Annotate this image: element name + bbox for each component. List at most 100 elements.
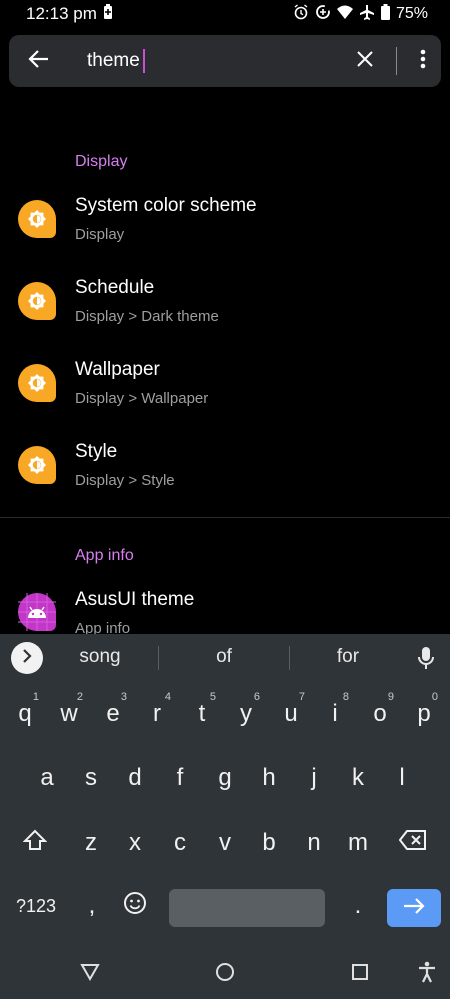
nav-recents-button[interactable] bbox=[346, 960, 374, 988]
key-a[interactable]: a bbox=[27, 752, 67, 804]
result-subtitle: App info bbox=[75, 620, 131, 634]
key-l[interactable]: l bbox=[382, 752, 422, 804]
brightness-icon bbox=[18, 364, 56, 402]
navigation-bar bbox=[0, 946, 450, 999]
suggestion-strip: song of for bbox=[0, 634, 450, 682]
search-divider bbox=[396, 47, 397, 75]
emoji-icon bbox=[123, 891, 147, 922]
key-b[interactable]: b bbox=[249, 817, 289, 869]
back-button[interactable] bbox=[9, 35, 69, 87]
key-f[interactable]: f bbox=[160, 752, 200, 804]
wifi-icon bbox=[336, 5, 353, 24]
period-key[interactable]: . bbox=[338, 880, 378, 932]
space-bar[interactable] bbox=[169, 889, 325, 927]
result-title: System color scheme bbox=[75, 195, 257, 216]
search-query: theme bbox=[87, 50, 140, 72]
key-j[interactable]: j bbox=[294, 752, 334, 804]
key-z[interactable]: z bbox=[71, 817, 111, 869]
brightness-icon bbox=[18, 200, 56, 238]
key-u[interactable]: u7 bbox=[271, 688, 311, 740]
search-input[interactable]: theme bbox=[87, 49, 145, 73]
result-subtitle: Display bbox=[75, 226, 125, 243]
chevron-right-icon bbox=[21, 648, 33, 668]
android-icon bbox=[18, 593, 56, 631]
key-q[interactable]: q1 bbox=[5, 688, 45, 740]
section-divider bbox=[0, 517, 450, 518]
key-c[interactable]: c bbox=[160, 817, 200, 869]
result-title: Wallpaper bbox=[75, 359, 160, 380]
brightness-icon bbox=[18, 446, 56, 484]
key-n[interactable]: n bbox=[294, 817, 334, 869]
shift-key[interactable] bbox=[15, 817, 55, 869]
key-y[interactable]: y6 bbox=[226, 688, 266, 740]
suggestion-divider bbox=[289, 646, 290, 670]
symbols-key[interactable]: ?123 bbox=[8, 880, 64, 932]
home-icon bbox=[215, 962, 235, 987]
key-g[interactable]: g bbox=[205, 752, 245, 804]
nav-home-button[interactable] bbox=[211, 960, 239, 988]
recents-icon bbox=[351, 963, 369, 986]
key-d[interactable]: d bbox=[115, 752, 155, 804]
battery-saver-icon bbox=[103, 3, 113, 25]
shift-icon bbox=[22, 829, 48, 858]
more-options-button[interactable] bbox=[401, 35, 445, 87]
battery-percent: 75% bbox=[395, 5, 428, 22]
key-o[interactable]: o9 bbox=[360, 688, 400, 740]
suggestion-2[interactable]: of bbox=[174, 646, 274, 668]
result-subtitle: Display > Style bbox=[75, 472, 175, 489]
arrow-back-icon bbox=[28, 49, 50, 74]
key-i[interactable]: i8 bbox=[315, 688, 355, 740]
airplane-icon bbox=[359, 4, 375, 25]
suggestion-1[interactable]: song bbox=[50, 646, 150, 668]
battery-icon bbox=[380, 3, 390, 25]
result-system-color-scheme[interactable]: System color scheme Display bbox=[0, 195, 450, 273]
result-wallpaper[interactable]: Wallpaper Display > Wallpaper bbox=[0, 359, 450, 437]
key-h[interactable]: h bbox=[249, 752, 289, 804]
mic-button[interactable] bbox=[417, 646, 435, 675]
key-w[interactable]: w2 bbox=[49, 688, 89, 740]
backspace-icon bbox=[398, 829, 427, 857]
close-icon bbox=[356, 50, 374, 73]
key-t[interactable]: t5 bbox=[182, 688, 222, 740]
key-e[interactable]: e3 bbox=[93, 688, 133, 740]
key-x[interactable]: x bbox=[115, 817, 155, 869]
key-p[interactable]: p0 bbox=[404, 688, 444, 740]
brightness-icon bbox=[18, 282, 56, 320]
comma-key[interactable]: , bbox=[72, 880, 112, 932]
key-s[interactable]: s bbox=[71, 752, 111, 804]
result-subtitle: Display > Wallpaper bbox=[75, 390, 209, 407]
enter-key[interactable] bbox=[387, 889, 441, 927]
result-title: Style bbox=[75, 441, 118, 462]
result-title: AsusUI theme bbox=[75, 589, 195, 610]
nav-back-button[interactable] bbox=[76, 960, 104, 988]
suggestion-divider bbox=[158, 646, 159, 670]
arrow-right-icon bbox=[402, 897, 426, 920]
section-header-app-info: App info bbox=[75, 547, 134, 564]
clear-search-button[interactable] bbox=[339, 35, 391, 87]
key-k[interactable]: k bbox=[338, 752, 378, 804]
section-header-display: Display bbox=[75, 153, 128, 170]
key-v[interactable]: v bbox=[205, 817, 245, 869]
key-m[interactable]: m bbox=[338, 817, 378, 869]
mic-icon bbox=[417, 647, 435, 674]
emoji-key[interactable] bbox=[115, 880, 155, 932]
more-vert-icon bbox=[420, 49, 426, 74]
result-asusui-theme[interactable]: AsusUI theme App info bbox=[0, 589, 450, 634]
data-saver-icon bbox=[315, 4, 331, 25]
result-style[interactable]: Style Display > Style bbox=[0, 441, 450, 519]
result-subtitle: Display > Dark theme bbox=[75, 308, 219, 325]
text-cursor bbox=[142, 49, 145, 73]
accessibility-button[interactable] bbox=[413, 960, 441, 988]
suggestion-3[interactable]: for bbox=[298, 646, 398, 668]
backspace-key[interactable] bbox=[393, 817, 433, 869]
nav-back-icon bbox=[80, 963, 100, 986]
status-time: 12:13 pm bbox=[26, 4, 97, 23]
status-bar: 12:13 pm 75% bbox=[0, 0, 450, 28]
result-title: Schedule bbox=[75, 277, 155, 298]
key-r[interactable]: r4 bbox=[137, 688, 177, 740]
result-schedule[interactable]: Schedule Display > Dark theme bbox=[0, 277, 450, 355]
alarm-icon bbox=[293, 3, 309, 25]
search-bar: theme bbox=[9, 35, 441, 87]
soft-keyboard: song of for q1 w2 e3 r4 t5 y6 u7 i8 o9 p… bbox=[0, 634, 450, 946]
expand-suggestions-button[interactable] bbox=[11, 642, 43, 674]
